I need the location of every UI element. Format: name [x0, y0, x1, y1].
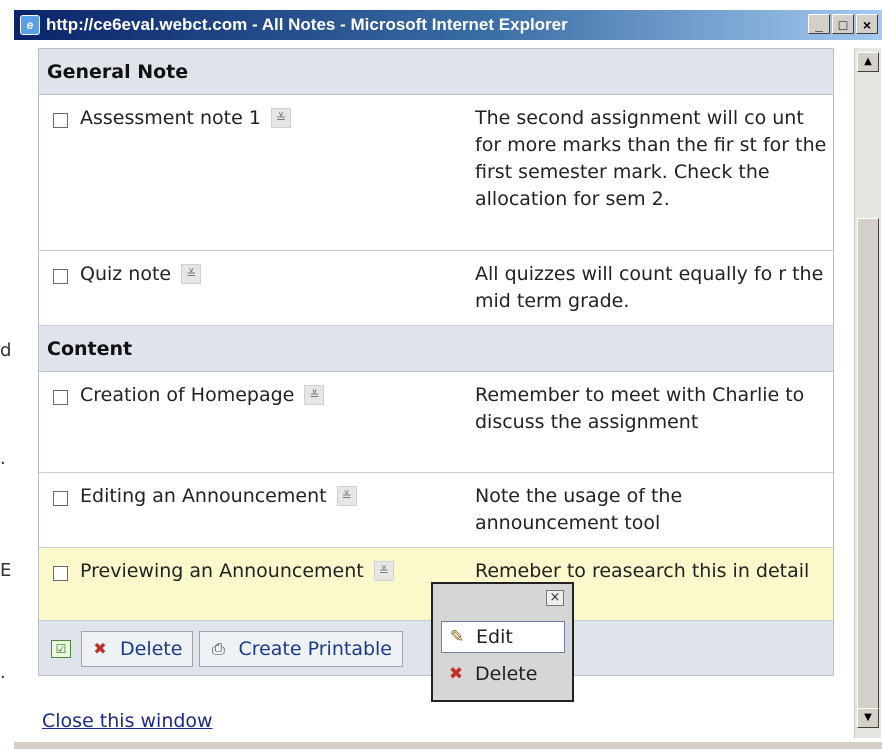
- note-title: Assessment note 1: [80, 107, 261, 129]
- note-title: Quiz note: [80, 263, 172, 285]
- window-title: http://ce6eval.webct.com - All Notes - M…: [46, 15, 568, 34]
- status-bar: [14, 742, 882, 749]
- action-menu-icon[interactable]: ≚: [270, 108, 291, 128]
- minimize-button[interactable]: _: [808, 14, 830, 34]
- close-window-link[interactable]: Close this window: [42, 710, 213, 732]
- scroll-thumb[interactable]: [857, 218, 879, 718]
- action-menu-icon[interactable]: ≚: [373, 561, 394, 581]
- note-text: Note the usage of the announcement tool: [475, 485, 683, 534]
- delete-button[interactable]: ✖ Delete: [81, 631, 194, 667]
- close-window-button[interactable]: ×: [856, 14, 878, 34]
- maximize-button[interactable]: □: [832, 14, 854, 34]
- note-text: The second assignment will co unt for mo…: [475, 107, 827, 210]
- internet-explorer-icon: e: [20, 15, 40, 35]
- delete-button-label: Delete: [120, 638, 183, 660]
- row-checkbox[interactable]: [53, 269, 68, 284]
- section-heading: General Note: [39, 49, 833, 95]
- scroll-up-arrow-icon[interactable]: ▲: [857, 52, 879, 72]
- note-text: Remember to meet with Charlie to discuss…: [475, 384, 805, 433]
- popup-delete-item[interactable]: ✖ Delete: [441, 658, 565, 690]
- vertical-scrollbar[interactable]: ▲ ▼: [854, 48, 881, 738]
- background-page-fragment: .: [0, 448, 6, 469]
- popup-edit-label: Edit: [476, 626, 513, 648]
- table-row: Creation of Homepage ≚ Remember to meet …: [39, 372, 833, 473]
- row-checkbox[interactable]: [53, 113, 68, 128]
- background-page-fragment: d: [0, 340, 12, 361]
- delete-x-icon: ✖: [93, 639, 107, 658]
- popup-delete-label: Delete: [475, 663, 538, 685]
- background-page-fragment: E: [0, 560, 12, 581]
- note-text: All quizzes will count equally fo r the …: [475, 263, 824, 312]
- row-checkbox[interactable]: [53, 390, 68, 405]
- section-heading: Content: [39, 326, 833, 372]
- background-page-fragment: .: [0, 662, 6, 683]
- note-title: Editing an Announcement: [80, 485, 327, 507]
- note-title: Creation of Homepage: [80, 384, 295, 406]
- delete-x-icon: ✖: [448, 664, 464, 684]
- action-menu-icon[interactable]: ≚: [181, 264, 202, 284]
- popup-edit-item[interactable]: ✎ Edit: [441, 621, 565, 653]
- create-printable-label: Create Printable: [238, 638, 392, 660]
- create-printable-button[interactable]: ⎙ Create Printable: [199, 631, 403, 667]
- popup-close-icon[interactable]: ×: [546, 590, 564, 606]
- table-row: Assessment note 1 ≚ The second assignmen…: [39, 95, 833, 251]
- action-menu-icon[interactable]: ≚: [336, 486, 357, 506]
- table-row: Editing an Announcement ≚ Note the usage…: [39, 473, 833, 548]
- table-row: Quiz note ≚ All quizzes will count equal…: [39, 251, 833, 326]
- printer-icon: ⎙: [212, 639, 225, 658]
- action-popup-menu: × ✎ Edit ✖ Delete: [431, 582, 574, 702]
- action-menu-icon[interactable]: ≚: [304, 385, 325, 405]
- pencil-icon: ✎: [449, 627, 465, 647]
- title-bar: e http://ce6eval.webct.com - All Notes -…: [14, 10, 882, 40]
- row-checkbox[interactable]: [53, 491, 68, 506]
- note-title: Previewing an Announcement: [80, 560, 364, 582]
- row-checkbox[interactable]: [53, 566, 68, 581]
- check-all-icon[interactable]: ☑: [51, 640, 71, 658]
- scroll-down-arrow-icon[interactable]: ▼: [857, 708, 879, 728]
